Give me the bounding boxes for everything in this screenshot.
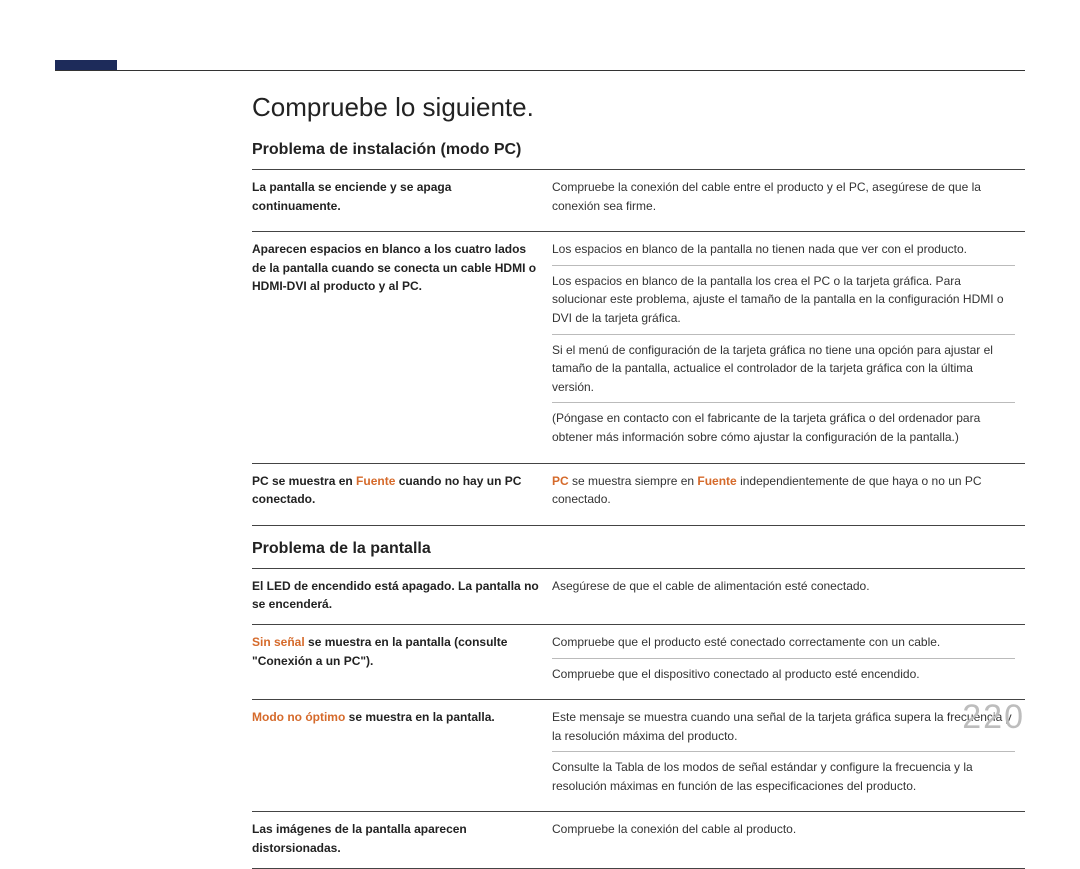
text-span: Aparecen espacios en blanco a los cuatro…: [252, 242, 536, 293]
text-span: El LED de encendido está apagado. La pan…: [252, 579, 539, 612]
text-span: La pantalla se enciende y se apaga conti…: [252, 180, 451, 213]
solution-line: Asegúrese de que el cable de alimentació…: [552, 577, 1015, 602]
solution-line: Los espacios en blanco de la pantalla lo…: [552, 265, 1015, 334]
solution-line: Si el menú de configuración de la tarjet…: [552, 334, 1015, 403]
solution-line: Los espacios en blanco de la pantalla no…: [552, 240, 1015, 265]
text-span: Fuente: [356, 474, 395, 488]
troubleshoot-table: La pantalla se enciende y se apaga conti…: [252, 169, 1025, 526]
troubleshoot-table: El LED de encendido está apagado. La pan…: [252, 568, 1025, 869]
text-span: se muestra siempre en: [569, 474, 698, 488]
symptom-cell: El LED de encendido está apagado. La pan…: [252, 568, 552, 624]
page-title: Compruebe lo siguiente.: [252, 92, 1025, 123]
text-span: Las imágenes de la pantalla aparecen dis…: [252, 822, 467, 855]
table-row: Aparecen espacios en blanco a los cuatro…: [252, 232, 1025, 463]
symptom-cell: La pantalla se enciende y se apaga conti…: [252, 170, 552, 232]
symptom-cell: Modo no óptimo se muestra en la pantalla…: [252, 700, 552, 812]
solution-cell: Los espacios en blanco de la pantalla no…: [552, 232, 1025, 463]
page-content: Compruebe lo siguiente. Problema de inst…: [252, 92, 1025, 869]
text-span: PC se muestra en: [252, 474, 356, 488]
solution-line: Este mensaje se muestra cuando una señal…: [552, 708, 1015, 751]
table-row: PC se muestra en Fuente cuando no hay un…: [252, 463, 1025, 525]
table-row: El LED de encendido está apagado. La pan…: [252, 568, 1025, 624]
symptom-cell: Sin señal se muestra en la pantalla (con…: [252, 624, 552, 699]
solution-line: Compruebe la conexión del cable entre el…: [552, 178, 1015, 221]
solution-line: Consulte la Tabla de los modos de señal …: [552, 751, 1015, 801]
section-heading: Problema de instalación (modo PC): [252, 141, 1025, 159]
section-heading: Problema de la pantalla: [252, 540, 1025, 558]
solution-cell: Este mensaje se muestra cuando una señal…: [552, 700, 1025, 812]
solution-line: Compruebe que el dispositivo conectado a…: [552, 658, 1015, 690]
header-rule: [55, 70, 1025, 71]
table-row: Modo no óptimo se muestra en la pantalla…: [252, 700, 1025, 812]
solution-cell: Compruebe que el producto esté conectado…: [552, 624, 1025, 699]
solution-cell: PC se muestra siempre en Fuente independ…: [552, 463, 1025, 525]
solution-cell: Compruebe la conexión del cable al produ…: [552, 812, 1025, 868]
sections-container: Problema de instalación (modo PC) La pant…: [252, 141, 1025, 869]
text-span: PC: [552, 474, 569, 488]
solution-cell: Compruebe la conexión del cable entre el…: [552, 170, 1025, 232]
symptom-cell: Aparecen espacios en blanco a los cuatro…: [252, 232, 552, 463]
page-number: 220: [962, 698, 1025, 737]
text-span: Fuente: [697, 474, 736, 488]
header-tab-mark: [55, 60, 117, 70]
symptom-cell: PC se muestra en Fuente cuando no hay un…: [252, 463, 552, 525]
solution-line: Compruebe la conexión del cable al produ…: [552, 820, 1015, 845]
text-span: Modo no óptimo: [252, 710, 345, 724]
solution-line: (Póngase en contacto con el fabricante d…: [552, 402, 1015, 452]
text-span: se muestra en la pantalla.: [345, 710, 494, 724]
text-span: Sin señal: [252, 635, 305, 649]
table-row: Las imágenes de la pantalla aparecen dis…: [252, 812, 1025, 868]
symptom-cell: Las imágenes de la pantalla aparecen dis…: [252, 812, 552, 868]
solution-line: Compruebe que el producto esté conectado…: [552, 633, 1015, 658]
table-row: La pantalla se enciende y se apaga conti…: [252, 170, 1025, 232]
solution-cell: Asegúrese de que el cable de alimentació…: [552, 568, 1025, 624]
solution-line: PC se muestra siempre en Fuente independ…: [552, 472, 1015, 515]
table-row: Sin señal se muestra en la pantalla (con…: [252, 624, 1025, 699]
document-page: Compruebe lo siguiente. Problema de inst…: [0, 0, 1080, 763]
